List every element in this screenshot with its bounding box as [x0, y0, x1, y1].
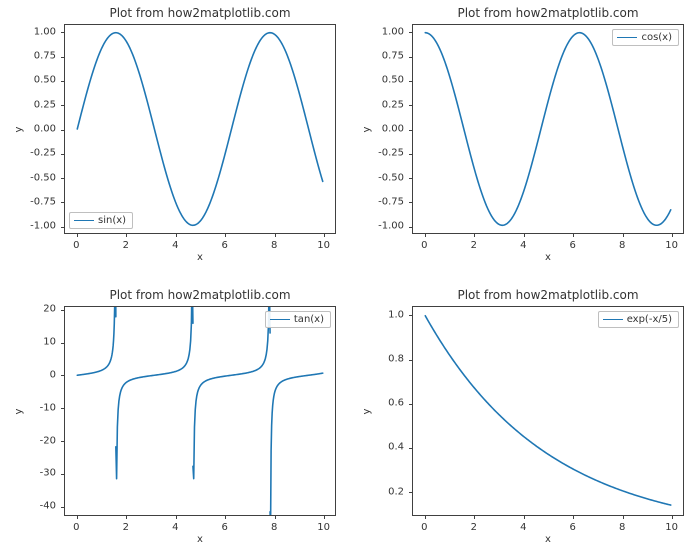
x-tick-label: 10 [317, 518, 330, 533]
axes: cos(x) [412, 24, 684, 234]
y-tick-label: -0.50 [348, 172, 410, 183]
y-tick-label: 1.00 [0, 26, 62, 37]
y-tick-label: -0.50 [0, 172, 62, 183]
x-tick-label: 10 [665, 518, 678, 533]
legend: tan(x) [265, 311, 331, 328]
x-tick-label: 4 [172, 518, 178, 533]
plot-title: Plot from how2matplotlib.com [412, 288, 684, 302]
axes: tan(x) [64, 306, 336, 516]
x-axis-label: x [64, 252, 336, 263]
y-tick-label: 0.25 [0, 99, 62, 110]
x-tick-label: 0 [73, 518, 79, 533]
y-tick-label: 1.0 [348, 309, 410, 320]
x-tick-label: 8 [619, 518, 625, 533]
y-tick-label: -20 [0, 435, 62, 446]
x-tick-label: 2 [123, 236, 129, 251]
line-series-tan [270, 373, 323, 515]
x-tick-label: 10 [665, 236, 678, 251]
line-series-tan [77, 307, 116, 375]
x-tick-label: 8 [619, 236, 625, 251]
y-tick-label: 1.00 [348, 26, 410, 37]
line-series-cos [425, 33, 670, 226]
x-tick-label: 8 [271, 236, 277, 251]
y-tick-label: -30 [0, 468, 62, 479]
y-tick-label: 10 [0, 337, 62, 348]
x-axis-label: x [412, 252, 684, 263]
legend-swatch [617, 37, 637, 38]
line-series-tan [193, 307, 270, 479]
x-tick-label: 0 [421, 518, 427, 533]
x-tick-label: 0 [421, 236, 427, 251]
x-tick-label: 2 [471, 236, 477, 251]
x-tick-label: 6 [570, 236, 576, 251]
x-tick-label: 4 [520, 236, 526, 251]
x-tick-label: 2 [123, 518, 129, 533]
legend-label: exp(-x/5) [627, 314, 672, 325]
plot-title: Plot from how2matplotlib.com [412, 6, 684, 20]
y-tick-label: 0 [0, 369, 62, 380]
x-axis-label: x [64, 534, 336, 545]
plot-title: Plot from how2matplotlib.com [64, 6, 336, 20]
legend: exp(-x/5) [598, 311, 679, 328]
x-tick-label: 2 [471, 518, 477, 533]
y-tick-label: 20 [0, 304, 62, 315]
y-tick-label: -0.75 [0, 196, 62, 207]
legend-swatch [270, 319, 290, 320]
subplot-cos: Plot from how2matplotlib.com y cos(x) -1… [354, 4, 694, 274]
figure: Plot from how2matplotlib.com y sin(x) -1… [0, 0, 700, 560]
y-tick-label: -0.25 [348, 148, 410, 159]
y-tick-label: 0.00 [348, 124, 410, 135]
y-tick-label: 0.75 [0, 51, 62, 62]
line-series-exp [425, 316, 670, 505]
axes: sin(x) [64, 24, 336, 234]
y-tick-label: 0.4 [348, 442, 410, 453]
y-tick-label: -0.75 [348, 196, 410, 207]
x-tick-label: 10 [317, 236, 330, 251]
y-tick-label: -1.00 [0, 221, 62, 232]
x-axis-label: x [412, 534, 684, 545]
legend-label: tan(x) [294, 314, 324, 325]
plot-title: Plot from how2matplotlib.com [64, 288, 336, 302]
y-tick-label: 0.50 [348, 75, 410, 86]
axes: exp(-x/5) [412, 306, 684, 516]
legend: cos(x) [612, 29, 679, 46]
y-tick-label: 0.6 [348, 398, 410, 409]
y-tick-label: 0.25 [348, 99, 410, 110]
legend-swatch [603, 319, 623, 320]
y-tick-label: 0.00 [0, 124, 62, 135]
y-tick-label: 0.75 [348, 51, 410, 62]
legend-label: sin(x) [98, 215, 126, 226]
subplot-exp: Plot from how2matplotlib.com y exp(-x/5)… [354, 286, 694, 556]
x-tick-label: 4 [520, 518, 526, 533]
y-tick-label: -1.00 [348, 221, 410, 232]
subplot-tan: Plot from how2matplotlib.com y tan(x) -4… [6, 286, 346, 556]
y-tick-label: 0.2 [348, 486, 410, 497]
y-tick-label: 0.8 [348, 354, 410, 365]
y-tick-label: -0.25 [0, 148, 62, 159]
x-tick-label: 6 [570, 518, 576, 533]
x-tick-label: 6 [222, 236, 228, 251]
x-tick-label: 8 [271, 518, 277, 533]
y-tick-label: -40 [0, 501, 62, 512]
x-tick-label: 6 [222, 518, 228, 533]
subplot-sin: Plot from how2matplotlib.com y sin(x) -1… [6, 4, 346, 274]
legend-label: cos(x) [641, 32, 672, 43]
line-series-tan [116, 307, 193, 479]
legend-swatch [74, 220, 94, 221]
x-tick-label: 0 [73, 236, 79, 251]
line-series-sin [77, 33, 322, 226]
y-tick-label: -10 [0, 402, 62, 413]
y-tick-label: 0.50 [0, 75, 62, 86]
x-tick-label: 4 [172, 236, 178, 251]
legend: sin(x) [69, 212, 133, 229]
